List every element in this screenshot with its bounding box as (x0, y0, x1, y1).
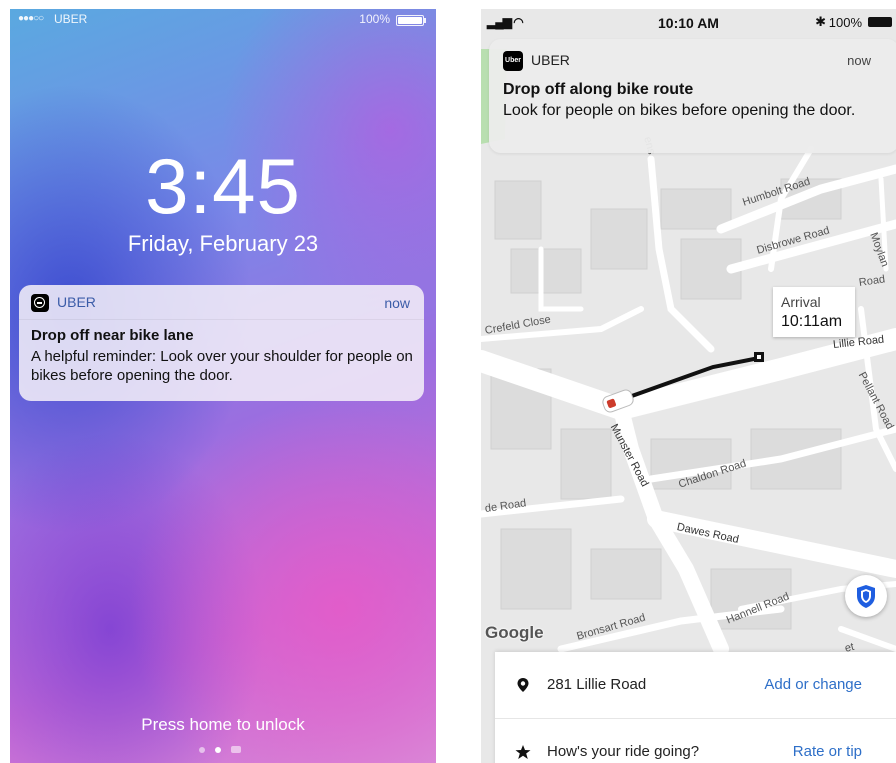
arrival-label: Arrival (781, 294, 821, 310)
status-bar: ●●●○○ UBER 100% (10, 9, 436, 29)
status-bar: ▂▄▆ ◠ 10:10 AM ✱ 100% (481, 9, 896, 33)
battery-icon (868, 17, 892, 27)
notification-time: now (384, 295, 410, 311)
signal-strength-icon: ●●●○○ (18, 13, 44, 24)
page-dot (199, 747, 205, 753)
destination-row[interactable]: 281 Lillie Road Add or change (495, 652, 896, 719)
notification-time: now (847, 53, 871, 68)
bluetooth-icon: ✱ (815, 14, 826, 29)
notification-body: Look for people on bikes before opening … (503, 102, 856, 119)
add-or-change-button[interactable]: Add or change (764, 676, 862, 693)
notification-app-name: UBER (531, 52, 570, 68)
arrival-time: 10:11am (781, 313, 843, 330)
destination-address: 281 Lillie Road (547, 676, 647, 693)
rate-ride-row[interactable]: How's your ride going? Rate or tip (495, 719, 896, 763)
battery-percentage: 100% (359, 12, 390, 26)
safety-shield-button[interactable] (845, 575, 887, 617)
battery-percentage: 100% (828, 15, 862, 30)
notification-title: Drop off along bike route (503, 81, 694, 98)
map-screen: Humbolt Road Disbrowe Road Moylan Road C… (481, 9, 896, 763)
notification-title: Drop off near bike lane (31, 327, 194, 344)
carrier-name: UBER (54, 12, 88, 26)
google-attribution: Google (485, 623, 544, 642)
star-icon (515, 745, 531, 759)
uber-app-icon: Uber (503, 51, 523, 71)
lock-screen: ●●●○○ UBER 100% 3:45 Friday, February 23… (10, 9, 436, 763)
rate-or-tip-button[interactable]: Rate or tip (793, 743, 862, 760)
uber-app-icon (31, 294, 49, 312)
notification-body: A helpful reminder: Look over your shoul… (31, 348, 413, 384)
lock-clock: 3:45 (145, 142, 301, 230)
shield-icon (857, 585, 875, 608)
page-indicator (195, 745, 255, 755)
lock-date: Friday, February 23 (127, 231, 319, 256)
location-pin-icon (517, 678, 529, 692)
camera-icon (231, 746, 241, 753)
trip-bottom-sheet: 281 Lillie Road Add or change How's your… (495, 652, 896, 763)
arrival-callout: Arrival 10:11am (773, 287, 855, 337)
notification-app-name: UBER (57, 294, 96, 310)
uber-notification[interactable]: UBER now Drop off near bike lane A helpf… (19, 285, 424, 401)
rate-prompt: How's your ride going? (547, 743, 700, 760)
notification-header: UBER now (19, 285, 424, 320)
page-dot-active (215, 747, 221, 753)
uber-notification-banner[interactable]: Uber UBER now Drop off along bike route … (489, 39, 896, 153)
battery-icon (396, 15, 426, 26)
unlock-hint: Press home to unlock (141, 715, 305, 734)
